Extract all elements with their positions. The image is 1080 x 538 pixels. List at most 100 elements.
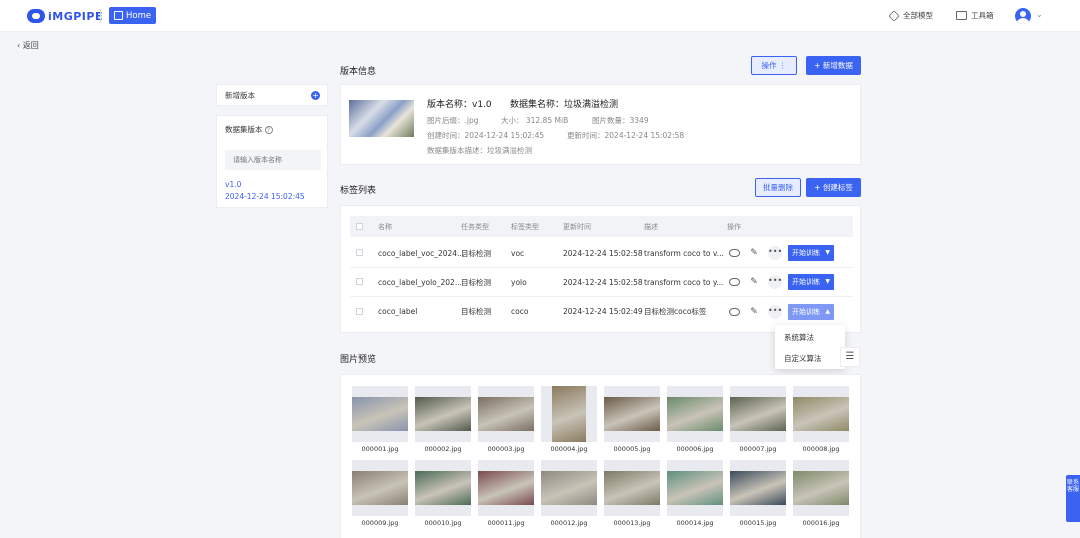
image-thumbnail-item[interactable]: 000002.jpg: [415, 386, 471, 453]
toolbox-link[interactable]: 工具箱: [956, 10, 994, 21]
edit-icon[interactable]: ✎: [748, 247, 760, 259]
photo: [541, 471, 597, 505]
logo-text: iMGPIPE: [48, 9, 103, 23]
more-icon[interactable]: •••: [768, 304, 782, 319]
image-filename: 000015.jpg: [739, 519, 777, 527]
image-filename: 000016.jpg: [802, 519, 840, 527]
image-thumbnail: [793, 386, 849, 442]
image-thumbnail-item[interactable]: 000016.jpg: [793, 460, 849, 527]
select-all-checkbox[interactable]: [356, 222, 363, 230]
table-row: coco_label_voc_2024... 目标检测 voc 2024-12-…: [350, 239, 853, 268]
image-thumbnail-item[interactable]: 000011.jpg: [478, 460, 534, 527]
photo: [415, 471, 471, 505]
row-checkbox[interactable]: [356, 278, 363, 285]
operate-button[interactable]: 操作 ⋮: [751, 56, 797, 75]
start-training-button[interactable]: 开始训练 ▼: [788, 245, 834, 261]
chevron-down-icon[interactable]: ⌄: [1036, 10, 1043, 19]
photo: [352, 471, 408, 505]
home-button[interactable]: Home: [109, 7, 156, 24]
image-thumbnail-item[interactable]: 000010.jpg: [415, 460, 471, 527]
dataset-size: 大小： 312.85 MiB: [501, 116, 569, 125]
image-thumbnail-item[interactable]: 000013.jpg: [604, 460, 660, 527]
logo-icon: [27, 9, 45, 23]
new-version-item[interactable]: 新增版本 +: [216, 84, 328, 106]
image-thumbnail-item[interactable]: 000003.jpg: [478, 386, 534, 453]
label-type: coco: [511, 307, 529, 316]
header-task: 任务类型: [461, 222, 489, 231]
back-link[interactable]: ‹ 返回: [17, 40, 39, 51]
image-thumbnail-item[interactable]: 000008.jpg: [793, 386, 849, 453]
edit-icon[interactable]: ✎: [748, 306, 760, 318]
model-icon: [888, 9, 900, 22]
version-search-input[interactable]: [225, 150, 321, 170]
image-thumbnail-item[interactable]: 000012.jpg: [541, 460, 597, 527]
label-time: 2024-12-24 15:02:58: [563, 277, 643, 287]
help-icon[interactable]: ?: [264, 126, 273, 134]
image-thumbnail-item[interactable]: 000005.jpg: [604, 386, 660, 453]
image-filename: 000005.jpg: [613, 445, 651, 453]
label-name: coco_label_yolo_202...: [378, 277, 462, 287]
image-thumbnail-item[interactable]: 000007.jpg: [730, 386, 786, 453]
contact-float-button[interactable]: 联系客服: [1066, 475, 1080, 522]
custom-algorithm-option[interactable]: 自定义算法: [784, 353, 822, 364]
row-checkbox[interactable]: [356, 249, 363, 256]
edit-icon[interactable]: ✎: [748, 276, 760, 288]
batch-delete-button[interactable]: 批量删除: [755, 178, 801, 197]
image-filename: 000003.jpg: [487, 445, 525, 453]
label-desc: transform coco to v...: [644, 248, 724, 258]
view-icon[interactable]: [729, 307, 740, 316]
avatar[interactable]: [1015, 8, 1031, 24]
view-icon[interactable]: [729, 249, 740, 257]
version-item[interactable]: v1.0 2024-12-24 15:02:45: [225, 179, 305, 203]
caret-down-icon: ▼: [825, 278, 830, 285]
label-name: coco_label_voc_2024...: [378, 248, 465, 258]
photo: [793, 397, 849, 431]
label-desc: transform coco to y...: [644, 277, 724, 287]
list-view-icon[interactable]: ☰: [840, 347, 860, 367]
more-icon[interactable]: •••: [768, 246, 782, 260]
image-thumbnail-item[interactable]: 000009.jpg: [352, 460, 408, 527]
image-thumbnail: [667, 460, 723, 516]
photo: [667, 471, 723, 505]
image-thumbnail: [604, 460, 660, 516]
training-dropdown: 系统算法 自定义算法: [775, 325, 845, 369]
add-data-button[interactable]: + 新增数据: [806, 56, 861, 75]
image-thumbnail-item[interactable]: 000004.jpg: [541, 386, 597, 453]
table-row: coco_label_yolo_202... 目标检测 yolo 2024-12…: [350, 268, 853, 297]
start-training-button[interactable]: 开始训练 ▼: [788, 274, 834, 290]
image-thumbnail-item[interactable]: 000001.jpg: [352, 386, 408, 453]
more-icon[interactable]: •••: [768, 275, 782, 289]
image-thumbnail: [667, 386, 723, 442]
image-filename: 000006.jpg: [676, 445, 714, 453]
create-label-button[interactable]: + 创建标签: [806, 178, 861, 197]
row-checkbox[interactable]: [356, 307, 363, 315]
label-task: 目标检测: [461, 277, 491, 287]
image-thumbnail: [541, 460, 597, 516]
image-filename: 000013.jpg: [613, 519, 651, 527]
all-models-link[interactable]: 全部模型: [888, 9, 933, 22]
header-name: 名称: [378, 222, 392, 231]
image-gallery-card: 000001.jpg 000002.jpg 000003.jpg 000004.jpg…: [340, 374, 861, 538]
photo: [793, 471, 849, 505]
image-thumbnail-item[interactable]: 000015.jpg: [730, 460, 786, 527]
caret-up-icon: ▲: [825, 307, 830, 315]
logo[interactable]: iMGPIPE: [27, 8, 103, 24]
versions-panel: 数据集版本? v1.0 2024-12-24 15:02:45: [216, 115, 328, 208]
photo: [352, 397, 408, 431]
label-task: 目标检测: [461, 307, 491, 316]
new-version-label: 新增版本: [225, 90, 255, 100]
image-thumbnail: [478, 386, 534, 442]
top-bar: iMGPIPE Home 全部模型 工具箱 ⌄: [0, 0, 1080, 32]
view-icon[interactable]: [729, 278, 740, 286]
all-models-label: 全部模型: [903, 11, 933, 20]
version-time: 2024-12-24 15:02:45: [225, 192, 305, 201]
system-algorithm-option[interactable]: 系统算法: [784, 332, 814, 343]
photo: [730, 471, 786, 505]
image-thumbnail-item[interactable]: 000006.jpg: [667, 386, 723, 453]
image-thumbnail-item[interactable]: 000014.jpg: [667, 460, 723, 527]
start-training-button[interactable]: 开始训练 ▲: [788, 303, 834, 320]
versions-title-text: 数据集版本: [225, 125, 263, 134]
add-icon[interactable]: +: [311, 91, 320, 100]
start-training-label: 开始训练: [792, 249, 820, 257]
chevron-left-icon: ‹: [17, 41, 21, 50]
